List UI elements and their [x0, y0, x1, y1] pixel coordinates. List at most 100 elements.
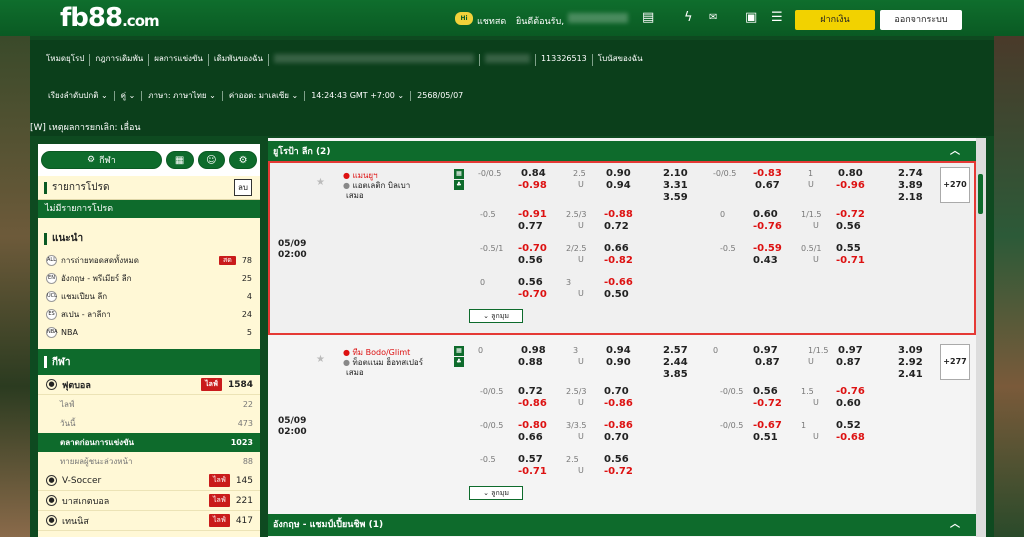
more-markets-button[interactable]: +270: [940, 167, 970, 203]
odds-value[interactable]: 0.87: [836, 357, 861, 368]
odds-value[interactable]: 0.56: [604, 454, 629, 465]
odds-value[interactable]: 0.94: [606, 345, 631, 356]
odds-value[interactable]: -0.86: [604, 420, 633, 431]
logout-button[interactable]: ออกจากระบบ: [880, 10, 962, 30]
collapse-icon[interactable]: ︿: [950, 514, 960, 536]
scrollbar[interactable]: [976, 138, 986, 537]
league-header[interactable]: ยูโรป้า ลีก (2) ︿: [268, 141, 976, 163]
odds-value[interactable]: -0.70: [518, 243, 547, 254]
odds-value[interactable]: -0.67: [753, 420, 782, 431]
odds-value[interactable]: 0.72: [518, 386, 543, 397]
wallet-icon[interactable]: ▤: [642, 11, 654, 25]
chat-icon[interactable]: Hi: [455, 12, 473, 25]
user-button[interactable]: ☺: [197, 151, 226, 169]
odds-value[interactable]: -0.80: [518, 420, 547, 431]
clear-favorites-button[interactable]: ลบ: [234, 179, 252, 196]
recommend-item[interactable]: UCL แชมเปียน ลีก 4: [38, 287, 260, 305]
odds-value[interactable]: -0.66: [604, 277, 633, 288]
recommend-item[interactable]: ALL การถ่ายทอดสดทั้งหมด สด 78: [38, 251, 260, 269]
odds-value[interactable]: 3.85: [663, 369, 688, 380]
odds-value[interactable]: 0.43: [753, 255, 778, 266]
collapse-icon[interactable]: ︿: [950, 141, 960, 163]
site-logo[interactable]: fb88.com: [60, 3, 160, 33]
odds-value[interactable]: 0.57: [518, 454, 543, 465]
sport-item[interactable]: ● บาสเกตบอล ไลฟ์ 221: [38, 491, 260, 511]
stats-icon[interactable]: ▦: [454, 346, 464, 356]
odds-value[interactable]: -0.96: [836, 180, 865, 191]
odds-value[interactable]: -0.83: [753, 168, 782, 179]
settings-button[interactable]: ⚙: [229, 151, 257, 169]
odds-value[interactable]: 3.09: [898, 345, 923, 356]
odds-value[interactable]: 0.56: [518, 277, 543, 288]
odds-value[interactable]: -0.86: [604, 398, 633, 409]
sport-item[interactable]: ● V-Soccer ไลฟ์ 145: [38, 471, 260, 491]
odds-value[interactable]: -0.70: [518, 289, 547, 300]
football-sub-item[interactable]: ไลฟ์ 22: [38, 395, 260, 414]
more-markets-button[interactable]: +277: [940, 344, 970, 380]
odds-value[interactable]: 3.89: [898, 180, 923, 191]
stats-icon[interactable]: ▦: [454, 169, 464, 179]
odds-value[interactable]: -0.72: [753, 398, 782, 409]
odds-value[interactable]: 0.67: [755, 180, 780, 191]
odds-value[interactable]: 3.59: [663, 192, 688, 203]
odds-value[interactable]: 0.77: [518, 221, 543, 232]
corners-button[interactable]: ⌄ ลูกมุม: [469, 309, 523, 323]
odds-value[interactable]: 0.60: [836, 398, 861, 409]
odds-type-select[interactable]: ค่าออด: มาเลเซีย ⌄: [223, 91, 306, 101]
league-header[interactable]: อังกฤษ - แชมป์เปี้ยนชิพ (1) ︿: [268, 514, 976, 536]
odds-value[interactable]: -0.71: [518, 466, 547, 477]
menu-rules[interactable]: กฎการเดิมพัน: [90, 54, 150, 66]
football-sub-item[interactable]: วันนี้ 473: [38, 414, 260, 433]
odds-value[interactable]: 0.66: [604, 243, 629, 254]
favorite-star-icon[interactable]: ★: [316, 354, 325, 365]
odds-value[interactable]: 0.97: [753, 345, 778, 356]
odds-value[interactable]: -0.72: [604, 466, 633, 477]
odds-value[interactable]: 0.87: [755, 357, 780, 368]
language-select[interactable]: ภาษา: ภาษาไทย ⌄: [142, 91, 223, 101]
menu-european-mode[interactable]: โหมดยุโรป: [46, 54, 91, 66]
sports-menu-button[interactable]: ⚙ กีฬา: [41, 151, 162, 169]
odds-value[interactable]: 0.56: [836, 221, 861, 232]
odds-value[interactable]: -0.98: [518, 180, 547, 191]
odds-value[interactable]: 0.72: [604, 221, 629, 232]
odds-value[interactable]: 0.60: [753, 209, 778, 220]
odds-value[interactable]: 0.52: [836, 420, 861, 431]
odds-value[interactable]: 2.44: [663, 357, 688, 368]
corners-button[interactable]: ⌄ ลูกมุม: [469, 486, 523, 500]
odds-value[interactable]: 2.57: [663, 345, 688, 356]
recommend-item[interactable]: NBA NBA 5: [38, 323, 260, 341]
field-icon[interactable]: ♣: [454, 180, 464, 190]
odds-value[interactable]: 0.94: [606, 180, 631, 191]
odds-value[interactable]: 0.84: [521, 168, 546, 179]
odds-value[interactable]: -0.91: [518, 209, 547, 220]
scroll-thumb[interactable]: [978, 174, 983, 214]
chat-link[interactable]: แชทสด: [477, 14, 506, 28]
odds-value[interactable]: -0.68: [836, 432, 865, 443]
odds-value[interactable]: 3.31: [663, 180, 688, 191]
odds-value[interactable]: 2.92: [898, 357, 923, 368]
recommend-item[interactable]: ES สเปน - ลาลีกา 24: [38, 305, 260, 323]
sort-select[interactable]: เรียงลำดับปกติ ⌄: [48, 91, 115, 101]
odds-value[interactable]: -0.88: [604, 209, 633, 220]
sport-item-football[interactable]: ● ฟุตบอล ไลฟ์ 1584: [38, 375, 260, 395]
odds-value[interactable]: 0.50: [604, 289, 629, 300]
odds-value[interactable]: 2.10: [663, 168, 688, 179]
odds-value[interactable]: 0.80: [838, 168, 863, 179]
odds-value[interactable]: 0.70: [604, 386, 629, 397]
odds-value[interactable]: 0.70: [604, 432, 629, 443]
sport-item[interactable]: ● เทนนิส ไลฟ์ 417: [38, 511, 260, 531]
odds-value[interactable]: -0.86: [518, 398, 547, 409]
menu-my-bets[interactable]: เดิมพันของฉัน: [209, 54, 269, 66]
odds-value[interactable]: 0.98: [521, 345, 546, 356]
odds-value[interactable]: -0.72: [836, 209, 865, 220]
odds-value[interactable]: 2.41: [898, 369, 923, 380]
flash-icon[interactable]: ϟ: [684, 11, 693, 25]
pair-select[interactable]: คู่ ⌄: [115, 91, 143, 101]
favorite-star-icon[interactable]: ★: [316, 177, 325, 188]
recommend-item[interactable]: EN อังกฤษ - พรีเมียร์ ลีก 25: [38, 269, 260, 287]
odds-value[interactable]: -0.71: [836, 255, 865, 266]
odds-value[interactable]: 0.56: [753, 386, 778, 397]
odds-value[interactable]: -0.82: [604, 255, 633, 266]
football-sub-item[interactable]: ตลาดก่อนการแข่งขัน 1023: [38, 433, 260, 452]
list-icon[interactable]: ☰: [771, 11, 783, 25]
